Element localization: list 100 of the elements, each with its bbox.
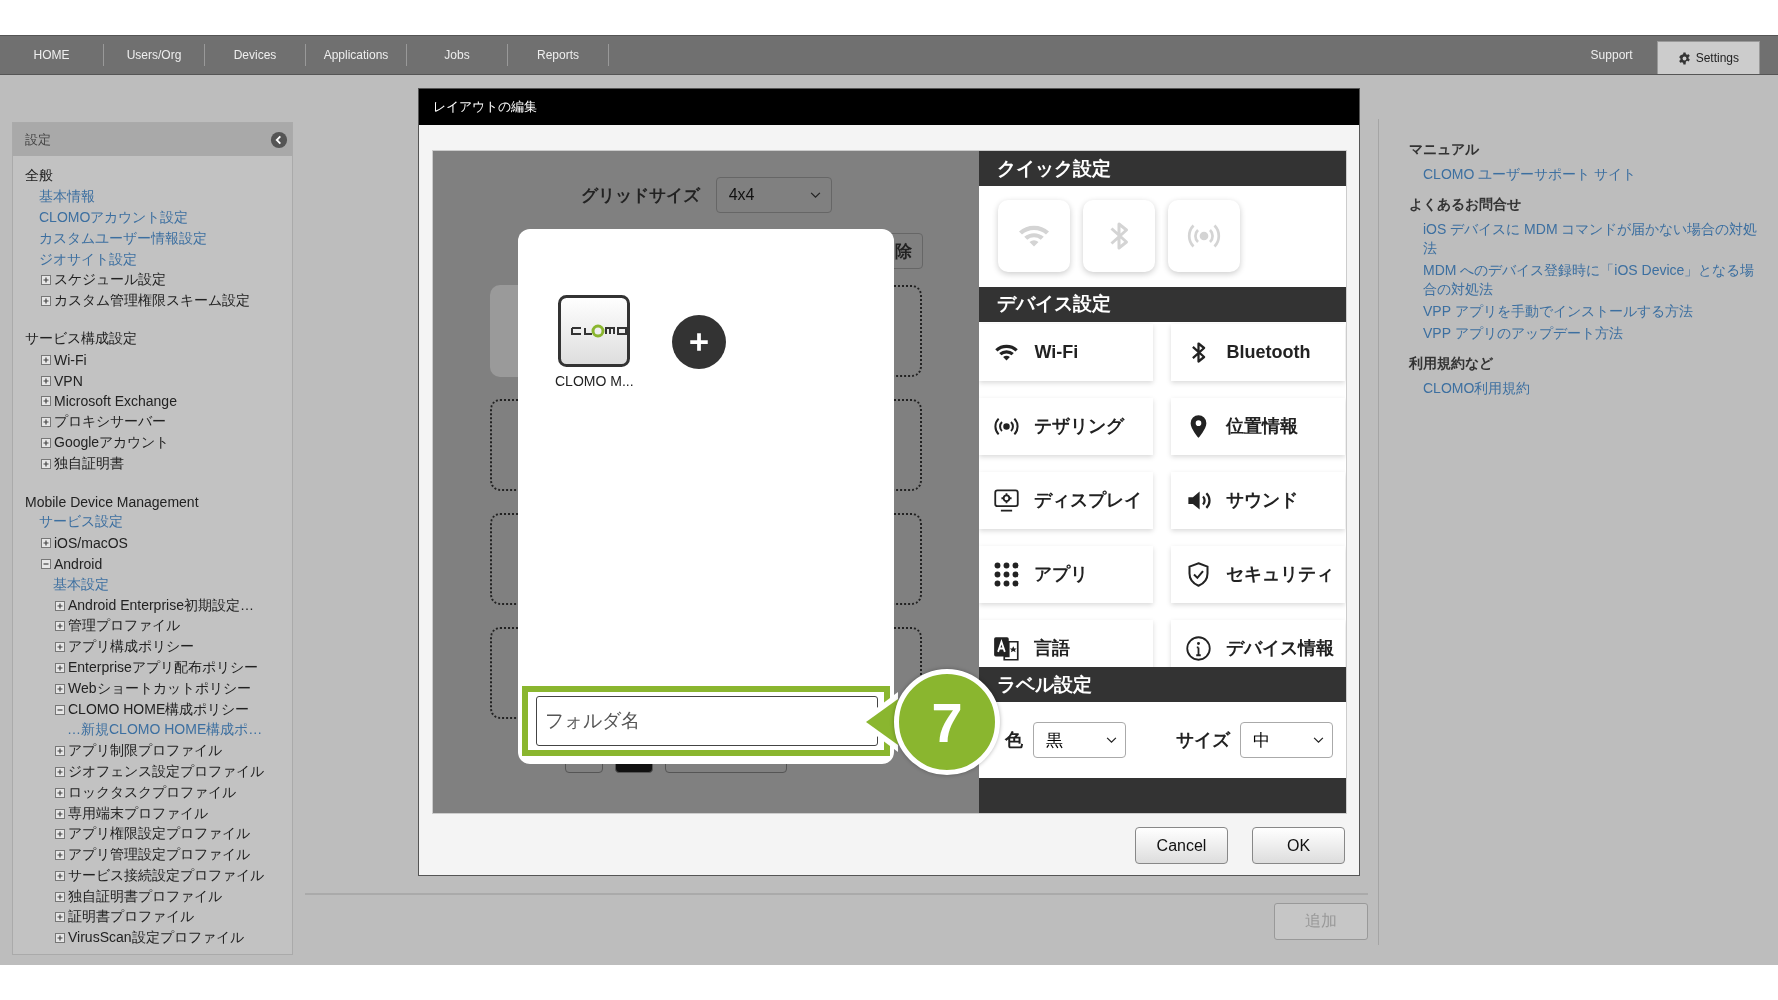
expand-icon[interactable] [55, 829, 65, 840]
panel-title: クイック設定 [997, 156, 1112, 181]
color-label: 色 [1005, 729, 1024, 753]
sidebar-item[interactable]: Enterpriseアプリ配布ポリシー [68, 658, 258, 677]
sidebar-item[interactable]: アプリ構成ポリシー [68, 638, 194, 657]
expand-icon[interactable] [55, 891, 65, 902]
nav-tab[interactable]: Users/Org [104, 44, 205, 66]
dots-grid-icon [993, 560, 1021, 588]
setting-label: ディスプレイ [1034, 489, 1143, 512]
sidebar-item[interactable]: サービス接続設定プロファイル [68, 866, 264, 885]
sidebar-item[interactable]: iOS/macOS [54, 535, 128, 552]
sidebar-item[interactable]: Webショートカットポリシー [68, 679, 251, 698]
sidebar-item[interactable]: VirusScan設定プロファイル [68, 929, 244, 948]
nav-tab[interactable]: HOME [0, 44, 104, 66]
dialog-button[interactable]: Cancel [1135, 827, 1228, 864]
expand-icon[interactable] [55, 621, 65, 632]
nav-tab[interactable]: Devices [205, 44, 306, 66]
nav-tab[interactable]: Jobs [407, 44, 508, 66]
expand-icon[interactable] [55, 642, 65, 653]
translate-icon [993, 634, 1021, 662]
sidebar-item[interactable]: アプリ権限設定プロファイル [68, 825, 250, 844]
setting-card[interactable]: アプリ [979, 545, 1154, 603]
sidebar-item[interactable]: プロキシサーバー [54, 413, 166, 432]
sidebar-item[interactable]: アプリ管理設定プロファイル [68, 846, 250, 865]
sidebar-item[interactable]: スケジュール設定 [54, 271, 166, 290]
sidebar-item[interactable]: 証明書プロファイル [68, 908, 194, 927]
nav-tab[interactable]: Applications [306, 44, 407, 66]
settings-icon [1677, 51, 1691, 65]
setting-label: テザリング [1034, 415, 1125, 438]
setting-label: セキュリティ [1226, 563, 1335, 586]
color-select[interactable]: 黒 [1033, 722, 1127, 759]
setting-label: アプリ [1034, 563, 1089, 586]
nav-tab[interactable]: Reports [508, 44, 609, 66]
sidebar-item[interactable]: VPN [54, 372, 83, 389]
sidebar-item[interactable]: 独自証明書 [54, 454, 124, 473]
expand-icon[interactable] [41, 417, 51, 428]
expand-icon[interactable] [41, 396, 51, 407]
chevron-down-icon [809, 191, 821, 199]
chevron-left-icon[interactable] [270, 130, 288, 149]
setting-label: Bluetooth [1226, 341, 1311, 363]
expand-icon[interactable] [55, 787, 65, 798]
app-icon[interactable] [558, 295, 631, 367]
chevron-down-icon [1313, 736, 1325, 744]
setting-card[interactable]: Wi-Fi [979, 323, 1154, 381]
add-app-button[interactable] [671, 315, 726, 369]
section-heading: サービス構成設定 [25, 329, 137, 348]
sidebar-item[interactable]: ロックタスクプロファイル [68, 783, 236, 802]
sidebar-title: 設定 [25, 130, 51, 149]
sidebar-item[interactable]: ジオフェンス設定プロファイル [68, 762, 264, 781]
expand-icon[interactable] [41, 437, 51, 448]
setting-card[interactable]: テザリング [979, 397, 1154, 455]
section-heading: Mobile Device Management [25, 493, 199, 510]
sidebar-item[interactable]: 独自証明書プロファイル [68, 887, 222, 906]
expand-icon[interactable] [41, 296, 51, 307]
setting-card[interactable]: デバイス情報 [1171, 619, 1346, 668]
monitor-icon [993, 486, 1021, 514]
section-heading: 全般 [25, 167, 53, 186]
expand-icon[interactable] [55, 870, 65, 881]
setting-card[interactable]: ディスプレイ [979, 471, 1154, 529]
grid-size-select[interactable]: 4x4 [715, 177, 832, 213]
sidebar-item[interactable]: Wi-Fi [54, 351, 87, 368]
expand-icon[interactable] [41, 458, 51, 469]
sidebar-item[interactable]: Android [54, 555, 103, 572]
setting-card[interactable]: セキュリティ [1171, 545, 1346, 603]
expand-icon[interactable] [55, 746, 65, 757]
nav-tab[interactable]: Settings [1656, 41, 1760, 74]
sidebar-item[interactable]: Microsoft Exchange [54, 393, 177, 410]
sidebar-item[interactable]: アプリ制限プロファイル [68, 742, 222, 761]
sidebar-item[interactable]: カスタム管理権限スキーム設定 [54, 292, 250, 311]
dialog-button[interactable]: OK [1252, 827, 1345, 864]
collapse-icon[interactable] [41, 558, 51, 569]
sidebar-item[interactable]: Googleアカウント [54, 433, 170, 452]
setting-card[interactable]: サウンド [1171, 471, 1346, 529]
sidebar-item[interactable]: 管理プロファイル [68, 617, 180, 636]
sidebar-item[interactable]: 専用端末プロファイル [68, 804, 208, 823]
sidebar-item[interactable]: Android Enterprise初期設定… [68, 596, 254, 615]
nav-tab[interactable]: Support [1566, 36, 1657, 74]
setting-card[interactable]: Bluetooth [1171, 323, 1346, 381]
dialog-title: レイアウトの編集 [433, 98, 537, 116]
setting-card[interactable]: 位置情報 [1171, 397, 1346, 455]
setting-label: Wi-Fi [1034, 341, 1079, 363]
sidebar-item[interactable]: CLOMO HOME構成ポリシー [68, 700, 250, 719]
setting-label: 言語 [1034, 637, 1071, 660]
expand-icon[interactable] [41, 375, 51, 386]
expand-icon[interactable] [55, 850, 65, 861]
expand-icon[interactable] [55, 912, 65, 923]
help-heading: よくあるお問合せ [1409, 196, 1522, 214]
help-heading: 利用規約など [1409, 355, 1494, 373]
expand-icon[interactable] [41, 354, 51, 365]
setting-label: デバイス情報 [1226, 637, 1335, 660]
expand-icon[interactable] [41, 538, 51, 549]
expand-icon[interactable] [55, 808, 65, 819]
expand-icon[interactable] [55, 683, 65, 694]
expand-icon[interactable] [55, 766, 65, 777]
size-select[interactable]: 中 [1240, 722, 1334, 759]
expand-icon[interactable] [55, 662, 65, 673]
expand-icon[interactable] [41, 275, 51, 286]
expand-icon[interactable] [55, 600, 65, 611]
expand-icon[interactable] [55, 933, 65, 944]
collapse-icon[interactable] [55, 704, 65, 715]
